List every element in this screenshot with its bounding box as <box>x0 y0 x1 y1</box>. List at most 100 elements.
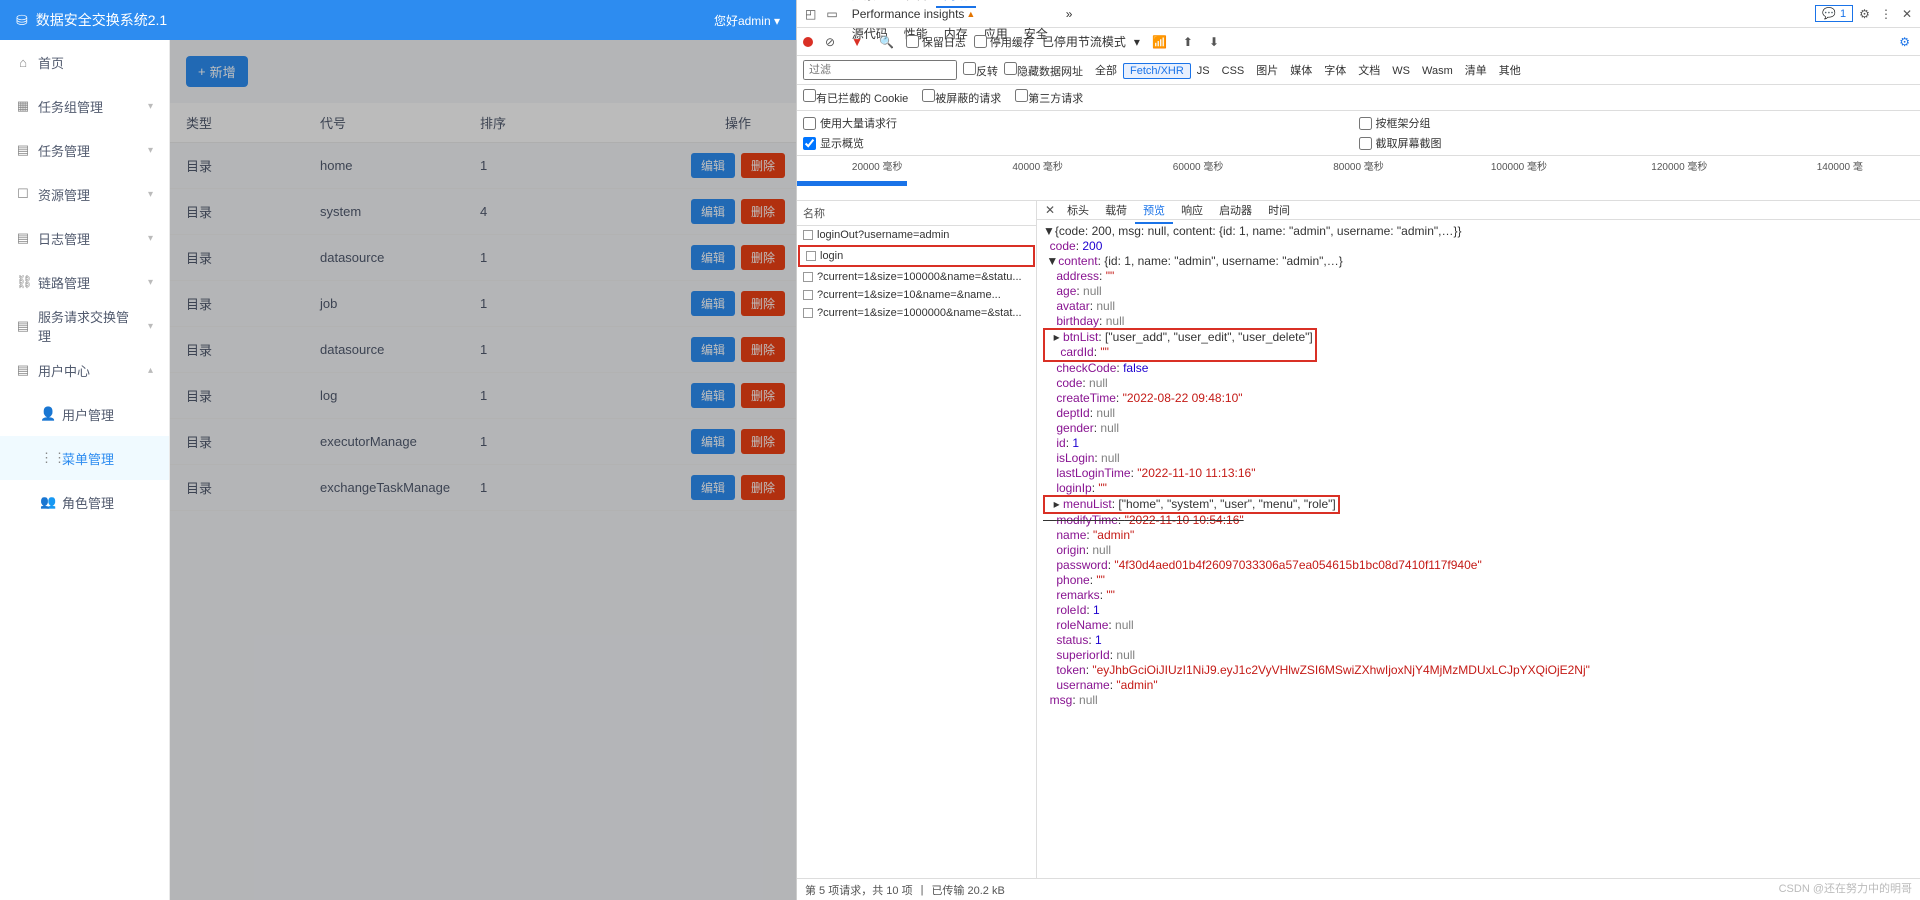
overview-checkbox[interactable]: 显示概览 <box>803 135 1359 151</box>
chevron-icon: ▾ <box>148 277 153 288</box>
filter-input[interactable] <box>803 60 957 80</box>
chevron-icon: ▴ <box>148 365 153 376</box>
timeline-tick: 60000 毫秒 <box>1173 158 1224 173</box>
sidebar-item-8[interactable]: 👤 用户管理 <box>0 392 169 436</box>
chevron-icon: ▾ <box>148 233 153 244</box>
devtools: ◰ ▭ 元素控制台网络Performance insights ▲源代码性能内存… <box>796 0 1920 900</box>
detail-tab[interactable]: 载荷 <box>1097 201 1135 222</box>
upload-icon[interactable]: ⬆ <box>1179 33 1197 51</box>
disable-cache-checkbox[interactable]: 停用缓存 <box>974 34 1034 50</box>
request-name: ?current=1&size=100000&name=&statu... <box>817 271 1022 283</box>
chevron-icon: ▾ <box>148 189 153 200</box>
request-icon <box>803 290 813 300</box>
chevron-down-icon: ▾ <box>774 14 780 28</box>
devtools-tab[interactable]: Performance insights ▲ <box>844 3 1056 25</box>
sidebar-item-9[interactable]: ⋮⋮菜单管理 <box>0 436 169 480</box>
byframe-checkbox[interactable]: 按框架分组 <box>1359 115 1915 131</box>
filter-type[interactable]: JS <box>1191 64 1216 78</box>
clear-icon[interactable]: ⊘ <box>821 33 839 51</box>
filter-type[interactable]: Wasm <box>1416 64 1459 78</box>
filter-type[interactable]: WS <box>1386 64 1416 78</box>
sidebar-item-label: 用户管理 <box>62 405 145 424</box>
sidebar: ⌂首页▦任务组管理▾▤任务管理▾☐资源管理▾▤日志管理▾⛓链路管理▾▤服务请求交… <box>0 40 170 900</box>
hide-data-checkbox[interactable]: 隐藏数据网址 <box>1004 62 1083 79</box>
device-icon[interactable]: ▭ <box>822 5 841 23</box>
sidebar-item-label: 服务请求交换管理 <box>38 307 140 345</box>
record-icon[interactable] <box>803 37 813 47</box>
sidebar-item-label: 链路管理 <box>38 273 140 292</box>
wifi-icon[interactable]: 📶 <box>1148 33 1171 51</box>
chevron-icon: ▾ <box>148 321 153 332</box>
modal-backdrop[interactable] <box>170 40 796 900</box>
app-header: ⛁ 数据安全交换系统2.1 您好admin ▾ <box>0 0 796 40</box>
filter-type[interactable]: Fetch/XHR <box>1123 63 1191 79</box>
request-item[interactable]: ?current=1&size=1000000&name=&stat... <box>797 304 1036 322</box>
download-icon[interactable]: ⬇ <box>1205 33 1223 51</box>
settings-gear-icon[interactable]: ⚙ <box>1895 33 1914 51</box>
request-name: ?current=1&size=1000000&name=&stat... <box>817 307 1022 319</box>
filter-type[interactable]: 字体 <box>1318 64 1352 78</box>
search-icon[interactable]: 🔍 <box>875 33 898 51</box>
timeline-tick: 80000 毫秒 <box>1333 158 1384 173</box>
request-item[interactable]: loginOut?username=admin <box>797 226 1036 244</box>
sidebar-icon: 👤 <box>40 406 54 422</box>
sidebar-item-4[interactable]: ▤日志管理▾ <box>0 216 169 260</box>
inspect-icon[interactable]: ◰ <box>801 5 820 23</box>
filter-type[interactable]: 媒体 <box>1284 64 1318 78</box>
gear-icon[interactable]: ⚙ <box>1855 5 1874 23</box>
watermark: CSDN @还在努力中的明哥 <box>1779 880 1912 896</box>
third-party-checkbox[interactable]: 第三方请求 <box>1015 89 1083 106</box>
detail-tab[interactable]: 启动器 <box>1211 201 1260 222</box>
filter-icon[interactable]: ▼ <box>847 33 867 51</box>
detail-tab[interactable]: 标头 <box>1059 201 1097 222</box>
sidebar-item-label: 首页 <box>38 53 145 72</box>
timeline-bar <box>797 181 907 186</box>
more-tabs[interactable]: » <box>1058 3 1081 25</box>
timeline[interactable]: 20000 毫秒40000 毫秒60000 毫秒80000 毫秒100000 毫… <box>797 156 1920 201</box>
request-icon <box>806 251 816 261</box>
devtools-tabs: ◰ ▭ 元素控制台网络Performance insights ▲源代码性能内存… <box>797 0 1920 28</box>
sidebar-item-2[interactable]: ▤任务管理▾ <box>0 128 169 172</box>
detail-panel: ✕ 标头载荷预览响应启动器时间 ▼{code: 200, msg: null, … <box>1037 201 1920 878</box>
request-item[interactable]: ?current=1&size=100000&name=&statu... <box>797 268 1036 286</box>
filter-type[interactable]: 其他 <box>1493 64 1527 78</box>
filter-type[interactable]: CSS <box>1216 64 1251 78</box>
screenshots-checkbox[interactable]: 截取屏幕截图 <box>1359 135 1915 151</box>
sidebar-icon: ▤ <box>16 230 30 246</box>
close-icon[interactable]: ✕ <box>1898 5 1916 23</box>
devtools-tab[interactable]: 控制台 <box>884 0 936 6</box>
sidebar-item-6[interactable]: ▤服务请求交换管理▾ <box>0 304 169 348</box>
request-item[interactable]: login <box>798 245 1035 267</box>
filter-type[interactable]: 图片 <box>1250 64 1284 78</box>
sidebar-item-7[interactable]: ▤用户中心▴ <box>0 348 169 392</box>
timeline-tick: 120000 毫秒 <box>1651 158 1707 173</box>
throttle-select[interactable]: 已停用节流模式 <box>1042 33 1126 50</box>
user-greeting[interactable]: 您好admin ▾ <box>714 12 780 29</box>
filter-type[interactable]: 全部 <box>1089 64 1123 78</box>
blocked-requests-checkbox[interactable]: 被屏蔽的请求 <box>922 89 1001 106</box>
sidebar-item-0[interactable]: ⌂首页 <box>0 40 169 84</box>
detail-tabs: ✕ 标头载荷预览响应启动器时间 <box>1037 201 1920 220</box>
request-name: login <box>820 250 843 262</box>
sidebar-item-3[interactable]: ☐资源管理▾ <box>0 172 169 216</box>
messages-badge[interactable]: 💬 1 <box>1815 5 1853 22</box>
blocked-cookies-checkbox[interactable]: 有已拦截的 Cookie <box>803 89 908 106</box>
preserve-log-checkbox[interactable]: 保留日志 <box>906 34 966 50</box>
devtools-tab[interactable]: 元素 <box>844 0 884 6</box>
request-name: ?current=1&size=10&name=&name... <box>817 289 1001 301</box>
request-item[interactable]: ?current=1&size=10&name=&name... <box>797 286 1036 304</box>
filter-type[interactable]: 文档 <box>1352 64 1386 78</box>
filter-type[interactable]: 清单 <box>1459 64 1493 78</box>
sidebar-item-1[interactable]: ▦任务组管理▾ <box>0 84 169 128</box>
json-preview[interactable]: ▼{code: 200, msg: null, content: {id: 1,… <box>1037 220 1920 878</box>
request-summary: 第 5 项请求，共 10 项 <box>805 882 913 898</box>
sidebar-item-10[interactable]: 👥角色管理 <box>0 480 169 524</box>
sidebar-item-5[interactable]: ⛓链路管理▾ <box>0 260 169 304</box>
sidebar-icon: 👥 <box>40 494 54 510</box>
close-detail-icon[interactable]: ✕ <box>1041 201 1059 219</box>
big-rows-checkbox[interactable]: 使用大量请求行 <box>803 115 1359 131</box>
kebab-icon[interactable]: ⋮ <box>1876 5 1896 23</box>
invert-checkbox[interactable]: 反转 <box>963 62 998 79</box>
detail-tab[interactable]: 响应 <box>1173 201 1211 222</box>
detail-tab[interactable]: 时间 <box>1260 201 1298 222</box>
